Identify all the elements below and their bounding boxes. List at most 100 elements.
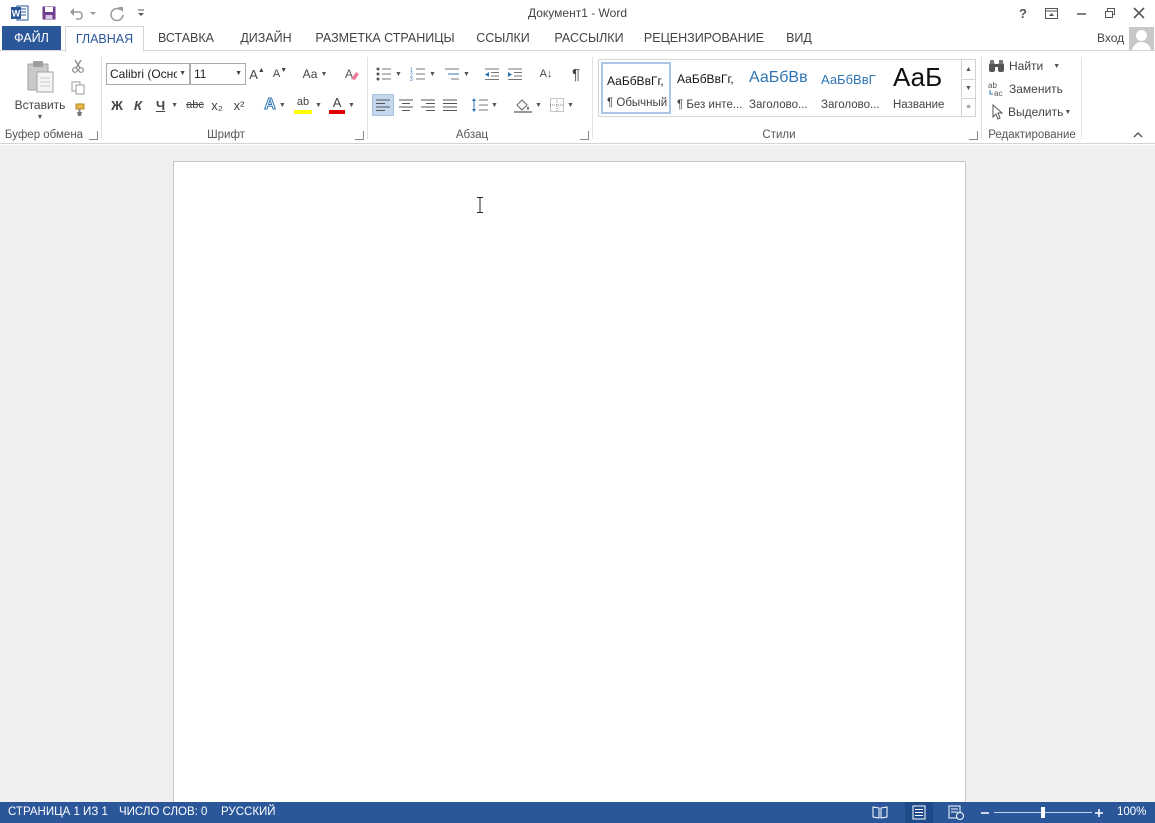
find-button[interactable]: Найти ▼ xyxy=(988,56,1068,76)
word-count[interactable]: ЧИСЛО СЛОВ: 0 xyxy=(119,806,207,818)
shrink-font-button[interactable]: A ▼ xyxy=(272,63,288,85)
page-count[interactable]: СТРАНИЦА 1 ИЗ 1 xyxy=(8,806,108,818)
copy-icon[interactable] xyxy=(68,79,88,97)
paste-dropdown-icon: ▼ xyxy=(36,113,44,121)
tab-insert[interactable]: ВСТАВКА xyxy=(150,26,222,51)
sort-button[interactable]: А↓ xyxy=(535,63,557,85)
justify-button[interactable] xyxy=(440,94,460,116)
font-name-value: Calibri (Осно xyxy=(110,67,180,81)
decrease-indent-button[interactable] xyxy=(482,63,502,85)
change-case-button[interactable]: Аа ▼ xyxy=(300,63,330,85)
numbering-button[interactable]: 1 2 3 ▼ xyxy=(408,63,438,85)
replace-button[interactable]: ab ac Заменить xyxy=(988,79,1068,99)
svg-text:3: 3 xyxy=(410,77,413,81)
bullets-icon xyxy=(376,67,392,81)
font-name-combo[interactable]: Calibri (Осно ▼ xyxy=(106,63,190,85)
tab-page-layout[interactable]: РАЗМЕТКА СТРАНИЦЫ xyxy=(312,26,458,51)
highlight-button[interactable]: ab ▼ xyxy=(292,94,324,116)
font-size-combo[interactable]: 11 ▼ xyxy=(190,63,246,85)
tab-mailings[interactable]: РАССЫЛКИ xyxy=(549,26,629,51)
tab-references[interactable]: ССЫЛКИ xyxy=(470,26,536,51)
styles-group-label: Стили xyxy=(762,129,796,141)
increase-indent-icon xyxy=(508,68,522,80)
gallery-scroll-down-icon[interactable]: ▼ xyxy=(961,79,975,97)
ribbon-display-options-button[interactable] xyxy=(1038,2,1064,24)
style-sample: АаБбВвГ xyxy=(821,72,876,87)
collapse-ribbon-icon[interactable] xyxy=(1130,127,1146,141)
tab-home[interactable]: ГЛАВНАЯ xyxy=(65,26,144,52)
borders-button[interactable]: ▼ xyxy=(546,94,578,116)
clear-formatting-button[interactable]: A xyxy=(342,63,362,85)
subscript-button[interactable]: x₂ xyxy=(208,94,226,116)
zoom-slider-thumb[interactable] xyxy=(1041,807,1045,818)
font-color-button[interactable]: A ▼ xyxy=(326,94,358,116)
gallery-more-icon[interactable]: ≡ xyxy=(961,98,975,116)
strikethrough-button[interactable]: abc xyxy=(185,94,205,116)
binoculars-icon xyxy=(989,60,1004,72)
bullets-button[interactable]: ▼ xyxy=(374,63,404,85)
style-title[interactable]: АаБ Название xyxy=(889,62,959,114)
superscript-button[interactable]: x² xyxy=(230,94,248,116)
text-effects-button[interactable]: A ▼ xyxy=(260,94,290,116)
language-indicator[interactable]: РУССКИЙ xyxy=(221,806,276,818)
clipboard-launcher-icon[interactable] xyxy=(89,131,98,140)
cut-icon[interactable] xyxy=(68,57,88,75)
tab-file[interactable]: ФАЙЛ xyxy=(2,26,61,51)
style-heading-1[interactable]: АаБбВв Заголово... xyxy=(745,62,815,114)
numbering-icon: 1 2 3 xyxy=(410,68,426,81)
style-heading-2[interactable]: АаБбВвГ Заголово... xyxy=(817,62,887,114)
tab-view[interactable]: ВИД xyxy=(780,26,818,51)
underline-label: Ч xyxy=(155,97,166,113)
align-center-button[interactable] xyxy=(396,94,416,116)
align-center-icon xyxy=(399,99,413,111)
paragraph-launcher-icon[interactable] xyxy=(580,131,589,140)
select-button[interactable]: Выделить ▼ xyxy=(990,102,1080,122)
font-group-label: Шрифт xyxy=(207,129,245,141)
style-name: ¶ Обычный xyxy=(607,97,668,109)
style-sample: АаБ xyxy=(893,62,943,92)
italic-button[interactable]: К xyxy=(130,94,146,116)
restore-button[interactable] xyxy=(1097,2,1123,24)
show-formatting-button[interactable]: ¶ xyxy=(567,63,585,85)
user-avatar-icon[interactable] xyxy=(1129,27,1154,51)
read-mode-icon[interactable] xyxy=(872,805,888,820)
minimize-button[interactable] xyxy=(1068,2,1094,24)
zoom-in-icon[interactable] xyxy=(1094,805,1110,820)
tab-review[interactable]: РЕЦЕНЗИРОВАНИЕ xyxy=(640,26,768,51)
underline-button[interactable]: Ч ▼ xyxy=(152,94,182,116)
styles-launcher-icon[interactable] xyxy=(969,131,978,140)
replace-icon: ab ac xyxy=(988,81,1002,97)
style-normal[interactable]: АаБбВвГг, ¶ Обычный xyxy=(601,62,671,114)
status-bar: СТРАНИЦА 1 ИЗ 1 ЧИСЛО СЛОВ: 0 РУССКИЙ 10… xyxy=(0,802,1155,823)
zoom-level[interactable]: 100% xyxy=(1117,806,1146,818)
style-name: Название xyxy=(893,99,945,111)
find-label: Найти xyxy=(1009,59,1044,73)
sign-in-link[interactable]: Вход xyxy=(1097,31,1124,45)
format-painter-icon[interactable] xyxy=(68,101,88,119)
line-spacing-button[interactable]: ▼ xyxy=(470,94,500,116)
align-right-button[interactable] xyxy=(418,94,438,116)
help-button[interactable]: ? xyxy=(1010,2,1036,24)
align-left-button[interactable] xyxy=(372,94,394,116)
highlight-color-swatch xyxy=(294,109,313,114)
multilevel-list-icon xyxy=(445,68,460,80)
paste-button[interactable]: Вставить ▼ xyxy=(12,57,68,123)
bold-button[interactable]: Ж xyxy=(108,94,126,116)
replace-label: Заменить xyxy=(1009,82,1063,96)
font-launcher-icon[interactable] xyxy=(355,131,364,140)
document-page[interactable] xyxy=(173,161,966,802)
grow-font-button[interactable]: A ▲ xyxy=(249,63,265,85)
print-layout-icon[interactable] xyxy=(905,802,933,823)
tab-design[interactable]: ДИЗАЙН xyxy=(230,26,302,51)
increase-indent-button[interactable] xyxy=(505,63,525,85)
ribbon-tab-bar: ФАЙЛ ГЛАВНАЯ ВСТАВКА ДИЗАЙН РАЗМЕТКА СТР… xyxy=(0,26,1155,52)
shading-button[interactable]: ▼ xyxy=(512,94,544,116)
close-button[interactable] xyxy=(1126,2,1152,24)
justify-icon xyxy=(443,99,457,111)
web-layout-icon[interactable] xyxy=(948,805,964,820)
style-name: Заголово... xyxy=(749,99,808,111)
gallery-scroll-up-icon[interactable]: ▲ xyxy=(961,60,975,78)
multilevel-list-button[interactable]: ▼ xyxy=(442,63,472,85)
style-no-spacing[interactable]: АаБбВвГг, ¶ Без инте... xyxy=(673,62,743,114)
clipboard-group-label: Буфер обмена xyxy=(4,129,84,141)
